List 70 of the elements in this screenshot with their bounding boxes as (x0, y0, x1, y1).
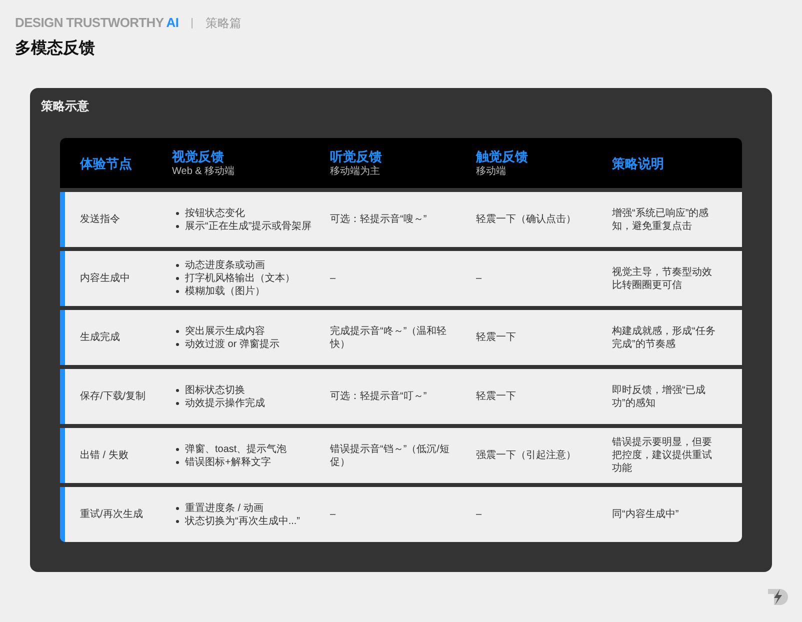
bullet-icon (176, 264, 179, 267)
table-cell-text: 弹窗、toast、提示气泡 (185, 442, 288, 456)
column-header: 视觉反馈 (172, 148, 224, 165)
table-cell-text: 同“内容生成中” (612, 508, 680, 521)
bullet-icon (176, 342, 179, 346)
bullet-icon (176, 520, 179, 522)
table-cell-text: 错误提示音“铛～”（低沉/短促） (330, 442, 450, 468)
table-cell-text: 动效提示操作完成 (185, 396, 266, 410)
table-cell-text: 图标状态切换 (185, 384, 246, 396)
bullet-icon (176, 330, 179, 332)
table-cell-text: 打字机风格输出（文本） (185, 272, 296, 285)
table-cell-text: 视觉主导，节奏型动效比转圈圈更可信 (612, 266, 713, 292)
table-cell-text: 构建成就感，形成“任务完成”的节奏感 (612, 324, 716, 350)
bullet-icon (176, 277, 179, 280)
column-subheader: 移动端为主 (330, 165, 381, 178)
table-cell-text: 突出展示生成内容 (185, 324, 266, 338)
table-cell-text: 动效过渡 or 弹窗提示 (185, 338, 280, 350)
table-cell-text: 增强“系统已响应”的感知，避免重复点击 (612, 206, 710, 232)
table-cell-text: – (330, 508, 337, 521)
brand-name: DESIGN TRUSTWORTHY AI (15, 14, 179, 32)
column-subheader: Web & 移动端 (172, 165, 236, 178)
table-cell-text: 按钮状态变化 (185, 206, 246, 220)
table-cell-text: 内容生成中 (80, 272, 131, 285)
row-accent (60, 251, 65, 306)
bullet-icon (176, 224, 179, 228)
table-cell-text: – (330, 272, 337, 285)
table-cell-text: 模糊加载（图片） (185, 285, 266, 298)
row-accent (60, 369, 65, 424)
table-cell-text: 重试/再次生成 (80, 508, 144, 521)
table-cell-text: 可选：轻提示音“嗖～” (330, 213, 428, 226)
table-cell-text: 错误提示要明显，但要把控度，建议提供重试功能 (612, 436, 713, 475)
bullet-icon (176, 506, 179, 510)
table-cell-text: 轻震一下（确认点击） (476, 213, 577, 226)
table-cell-text: 完成提示音“咚～”（温和轻快） (330, 324, 448, 350)
bullet-icon (176, 460, 179, 464)
table-cell-text: 错误图标+解释文字 (185, 456, 272, 468)
bullet-icon (176, 402, 179, 404)
logo-icon (766, 586, 788, 608)
bullet-icon (176, 212, 179, 214)
row-accent (60, 310, 65, 365)
table-cell-text: – (476, 272, 483, 285)
panel-title: 策略示意 (41, 98, 89, 115)
separator: | (190, 16, 194, 31)
table-cell-text: 可选：轻提示音“叮～” (330, 390, 428, 403)
table-cell-text: 轻震一下 (476, 331, 517, 344)
bullet-icon (176, 290, 179, 293)
table-cell-text: 状态切换为“再次生成中...” (185, 514, 301, 528)
page-title: 多模态反馈 (15, 38, 96, 59)
column-subheader: 移动端 (476, 165, 507, 178)
column-header: 触觉反馈 (476, 148, 529, 165)
bullet-icon (176, 448, 179, 450)
table-cell-text: 强震一下（引起注意） (476, 449, 577, 462)
section-label: 策略篇 (206, 15, 242, 32)
table-cell-text: 即时反馈，增强“已成功”的感知 (612, 384, 706, 410)
bullet-icon (176, 388, 179, 392)
column-header: 听觉反馈 (330, 148, 383, 165)
table-cell-text: 展示“正在生成”提示或骨架屏 (185, 220, 313, 232)
table-cell-text: – (476, 508, 483, 521)
table-cell-text: 生成完成 (80, 331, 121, 344)
table-cell-text: 保存/下载/复制 (80, 390, 147, 403)
column-header: 体验节点 (80, 154, 133, 172)
row-accent (60, 192, 65, 247)
column-header: 策略说明 (612, 154, 665, 172)
row-accent (60, 428, 65, 483)
table-cell-text: 发送指令 (80, 213, 121, 226)
table-cell-text: 动态进度条或动画 (185, 259, 266, 272)
table-cell-text: 出错 / 失败 (80, 449, 130, 462)
table-cell-text: 重置进度条 / 动画 (185, 502, 264, 514)
row-accent (60, 487, 65, 542)
table-cell-text: 轻震一下 (476, 390, 517, 403)
